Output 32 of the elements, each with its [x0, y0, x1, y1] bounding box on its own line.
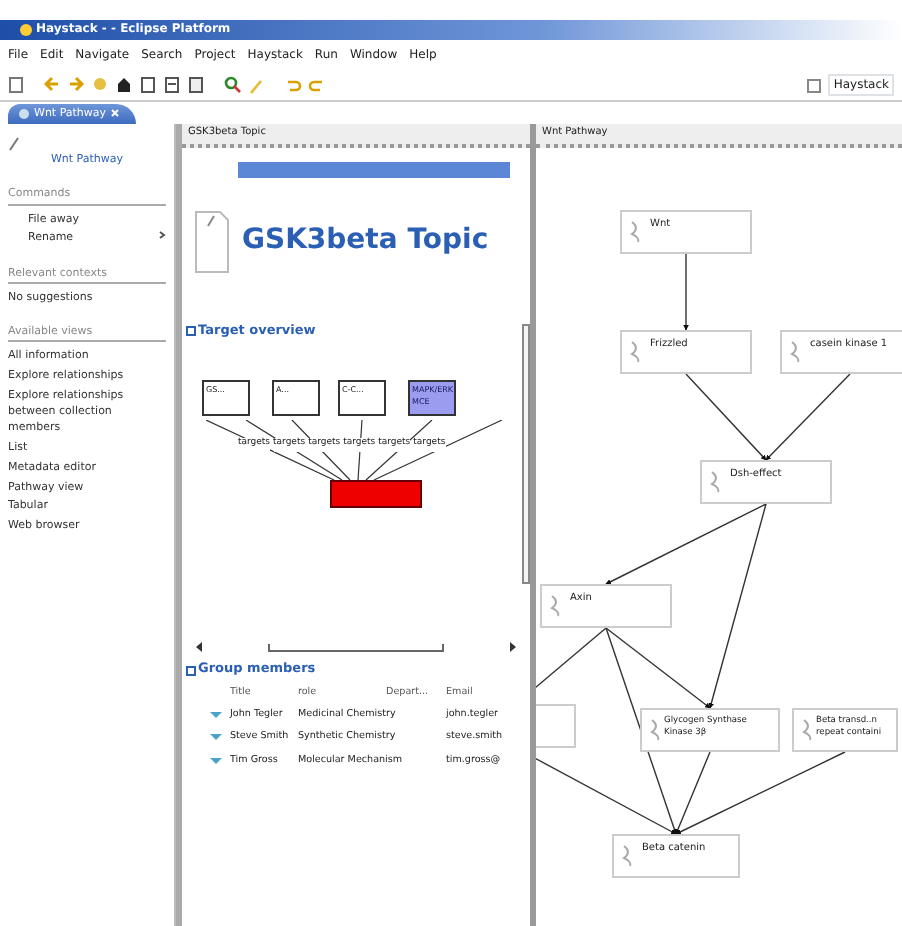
connector-arrow — [683, 253, 689, 331]
node-icon — [788, 340, 804, 364]
collapse-icon[interactable] — [185, 325, 195, 336]
collapse-icon[interactable] — [185, 665, 195, 676]
page-icon[interactable] — [188, 76, 206, 94]
connector-arrow — [765, 373, 851, 461]
scrollbar-thumb[interactable] — [522, 324, 530, 584]
chevron-icon — [158, 230, 166, 241]
node-icon — [648, 718, 664, 742]
home-icon[interactable] — [116, 76, 134, 94]
node-icon — [800, 718, 816, 742]
node-icon — [548, 594, 564, 618]
scroll-right-icon[interactable] — [506, 640, 518, 655]
scrollbar-thumb[interactable] — [268, 643, 444, 652]
node-icon — [628, 220, 644, 244]
page-icon[interactable] — [140, 76, 158, 94]
new-file-icon[interactable] — [8, 76, 26, 94]
topic-node[interactable] — [330, 480, 422, 509]
node-icon — [620, 844, 636, 868]
view-icon — [18, 107, 30, 120]
node-icon — [628, 340, 644, 364]
scroll-left-icon[interactable] — [194, 640, 206, 655]
page-icon[interactable] — [164, 76, 182, 94]
app-icon — [20, 24, 32, 36]
connector-arrow — [685, 373, 767, 461]
close-icon[interactable] — [110, 108, 121, 119]
perspective-icon[interactable] — [806, 77, 823, 93]
pencil-icon — [8, 136, 20, 152]
topic-title: GSK3beta Topic — [242, 222, 489, 260]
document-icon — [194, 209, 230, 273]
search-icon[interactable] — [224, 76, 242, 94]
node-icon — [708, 470, 724, 494]
